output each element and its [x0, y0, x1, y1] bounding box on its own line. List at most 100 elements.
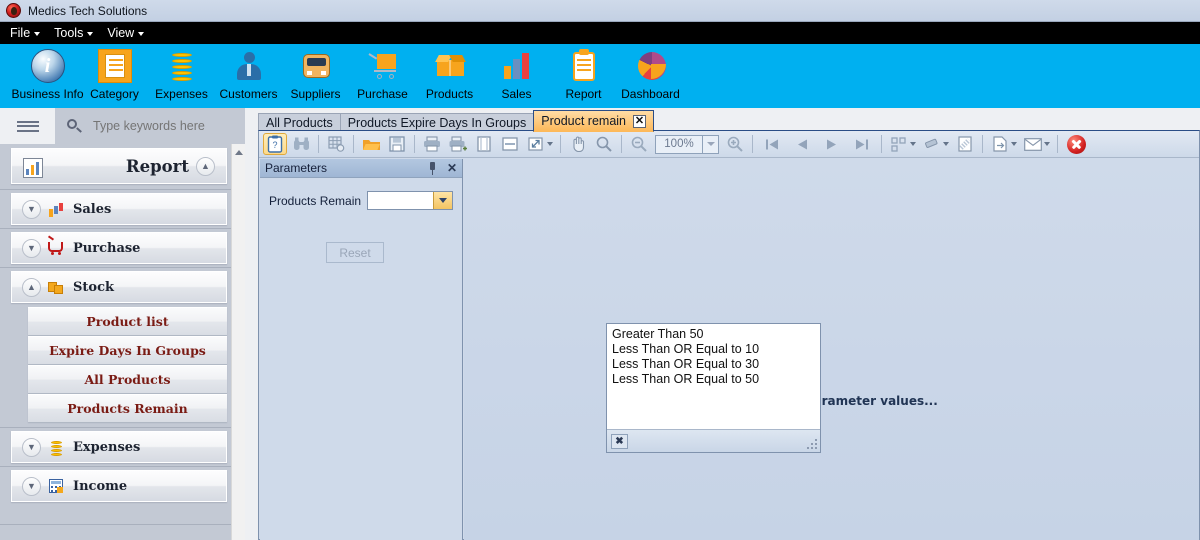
- ribbon-button-purchase[interactable]: Purchase: [349, 44, 416, 101]
- ribbon-button-dashboard[interactable]: Dashboard: [617, 44, 684, 101]
- sidebar-item-expire-days-in-groups[interactable]: Expire Days In Groups: [28, 336, 227, 364]
- binoculars-icon[interactable]: [289, 133, 313, 155]
- first-page-icon[interactable]: [758, 133, 786, 155]
- sidebar-group-income[interactable]: ▼ Income: [11, 470, 227, 502]
- dropdown-option[interactable]: Less Than OR Equal to 10: [611, 342, 820, 357]
- chevron-up-icon[interactable]: ▲: [196, 156, 215, 176]
- header-footer-icon[interactable]: [498, 133, 522, 155]
- dropdown-option[interactable]: Greater Than 50: [611, 327, 820, 342]
- close-icon[interactable]: ✕: [633, 114, 647, 128]
- zoom-in-icon[interactable]: [723, 133, 747, 155]
- zoom-level-combo[interactable]: 100%: [655, 134, 719, 154]
- paint-icon[interactable]: [920, 133, 944, 155]
- divider: [0, 524, 231, 525]
- next-page-icon[interactable]: [818, 133, 846, 155]
- sidebar-header-report[interactable]: Report ▲: [11, 148, 227, 184]
- close-icon[interactable]: ✕: [447, 162, 457, 174]
- zoom-out-icon[interactable]: [627, 133, 651, 155]
- tab-product-remain[interactable]: Product remain ✕: [533, 110, 655, 132]
- ribbon-button-report[interactable]: Report: [550, 44, 617, 101]
- sidebar-scrollbar[interactable]: [231, 144, 245, 540]
- status-message: Waiting for parameter values...: [725, 394, 938, 408]
- toolbar-divider: [560, 135, 561, 153]
- chevron-down-icon[interactable]: ▼: [22, 437, 41, 457]
- sidebar-group-expenses[interactable]: ▼ Expenses: [11, 431, 227, 463]
- clipboard-icon: [567, 49, 601, 83]
- sidebar-header-label: Report: [125, 156, 189, 176]
- sidebar-item-products-remain[interactable]: Products Remain: [28, 394, 227, 422]
- toolbar-divider: [752, 135, 753, 153]
- ribbon-button-category[interactable]: Category: [81, 44, 148, 101]
- chevron-down-icon[interactable]: ▼: [22, 199, 41, 219]
- coins-icon: [48, 439, 65, 456]
- ribbon-label: Customers: [219, 87, 278, 101]
- sidebar-group-stock[interactable]: ▲ Stock: [11, 271, 227, 303]
- sidebar-group-purchase[interactable]: ▼ Purchase: [11, 232, 227, 264]
- scale-icon[interactable]: [524, 133, 548, 155]
- products-remain-combobox[interactable]: [367, 191, 454, 210]
- chevron-up-icon[interactable]: ▲: [22, 277, 41, 297]
- chevron-down-icon[interactable]: ▼: [22, 238, 41, 258]
- sidebar-group-sales[interactable]: ▼ Sales: [11, 193, 227, 225]
- tab-label: All Products: [266, 116, 333, 130]
- stock-icon: [48, 279, 65, 296]
- sidebar-item-all-products[interactable]: All Products: [28, 365, 227, 393]
- export-icon[interactable]: [988, 133, 1012, 155]
- parameters-dock: Parameters ✕ Products Remain Reset: [260, 159, 463, 540]
- menu-file-label: File: [10, 26, 31, 40]
- chevron-down-icon[interactable]: ▼: [22, 476, 41, 496]
- dropdown-footer: ✖: [607, 429, 820, 452]
- search-input[interactable]: [91, 118, 241, 134]
- app-logo-icon: [6, 3, 21, 18]
- page-setup-icon[interactable]: [472, 133, 496, 155]
- folder-open-icon[interactable]: [359, 133, 383, 155]
- sidebar-top-bar: [0, 108, 245, 144]
- toolbar-divider: [353, 135, 354, 153]
- sidebar-item-label: Expire Days In Groups: [49, 343, 206, 358]
- clipboard-parameters-icon[interactable]: ?: [263, 133, 287, 155]
- ribbon-button-customers[interactable]: Customers: [215, 44, 282, 101]
- ribbon-label: Business Info: [11, 87, 84, 101]
- resize-grip-icon[interactable]: [807, 439, 817, 449]
- ribbon-button-expenses[interactable]: Expenses: [148, 44, 215, 101]
- category-icon: [97, 49, 132, 83]
- envelope-icon[interactable]: [1021, 133, 1045, 155]
- menu-file[interactable]: File: [6, 24, 48, 42]
- chevron-down-icon[interactable]: [702, 135, 718, 153]
- chevron-down-icon[interactable]: [433, 192, 453, 209]
- multiple-pages-icon[interactable]: [887, 133, 911, 155]
- pin-icon[interactable]: [426, 161, 439, 175]
- ribbon-button-suppliers[interactable]: Suppliers: [282, 44, 349, 101]
- reset-button[interactable]: Reset: [326, 242, 384, 263]
- sidebar-item-product-list[interactable]: Product list: [28, 307, 227, 335]
- floppy-save-icon[interactable]: [385, 133, 409, 155]
- parameter-row-products-remain: Products Remain: [260, 191, 463, 210]
- printer-icon[interactable]: [420, 133, 444, 155]
- watermark-icon[interactable]: [953, 133, 977, 155]
- ribbon-button-products[interactable]: Products: [416, 44, 483, 101]
- close-red-icon[interactable]: [1063, 133, 1089, 155]
- magnifier-icon[interactable]: [592, 133, 616, 155]
- toolbar-divider: [414, 135, 415, 153]
- menu-tools[interactable]: Tools: [50, 24, 101, 42]
- products-remain-dropdown[interactable]: Greater Than 50 Less Than OR Equal to 10…: [606, 323, 821, 453]
- last-page-icon[interactable]: [848, 133, 876, 155]
- sidebar-group-label: Stock: [73, 279, 114, 295]
- scroll-up-icon[interactable]: [235, 150, 243, 155]
- sidebar-menu-button[interactable]: [0, 108, 55, 144]
- menu-bar: File Tools View: [0, 22, 1200, 44]
- hand-icon[interactable]: [566, 133, 590, 155]
- ribbon-button-business-info[interactable]: Business Info: [11, 44, 84, 101]
- clear-selection-icon[interactable]: ✖: [611, 433, 628, 449]
- previous-page-icon[interactable]: [788, 133, 816, 155]
- dropdown-option[interactable]: Less Than OR Equal to 50: [611, 372, 820, 387]
- sidebar-item-label: Products Remain: [67, 401, 188, 416]
- printer-quick-icon[interactable]: [446, 133, 470, 155]
- menu-view[interactable]: View: [103, 24, 152, 42]
- grid-settings-icon[interactable]: [324, 133, 348, 155]
- ribbon-button-sales[interactable]: Sales: [483, 44, 550, 101]
- sidebar-nav: Report ▲ ▼ Sales ▼ Purchase ▲ Stock Prod…: [0, 144, 245, 540]
- toolbar-divider: [621, 135, 622, 153]
- divider: [0, 189, 231, 190]
- dropdown-option[interactable]: Less Than OR Equal to 30: [611, 357, 820, 372]
